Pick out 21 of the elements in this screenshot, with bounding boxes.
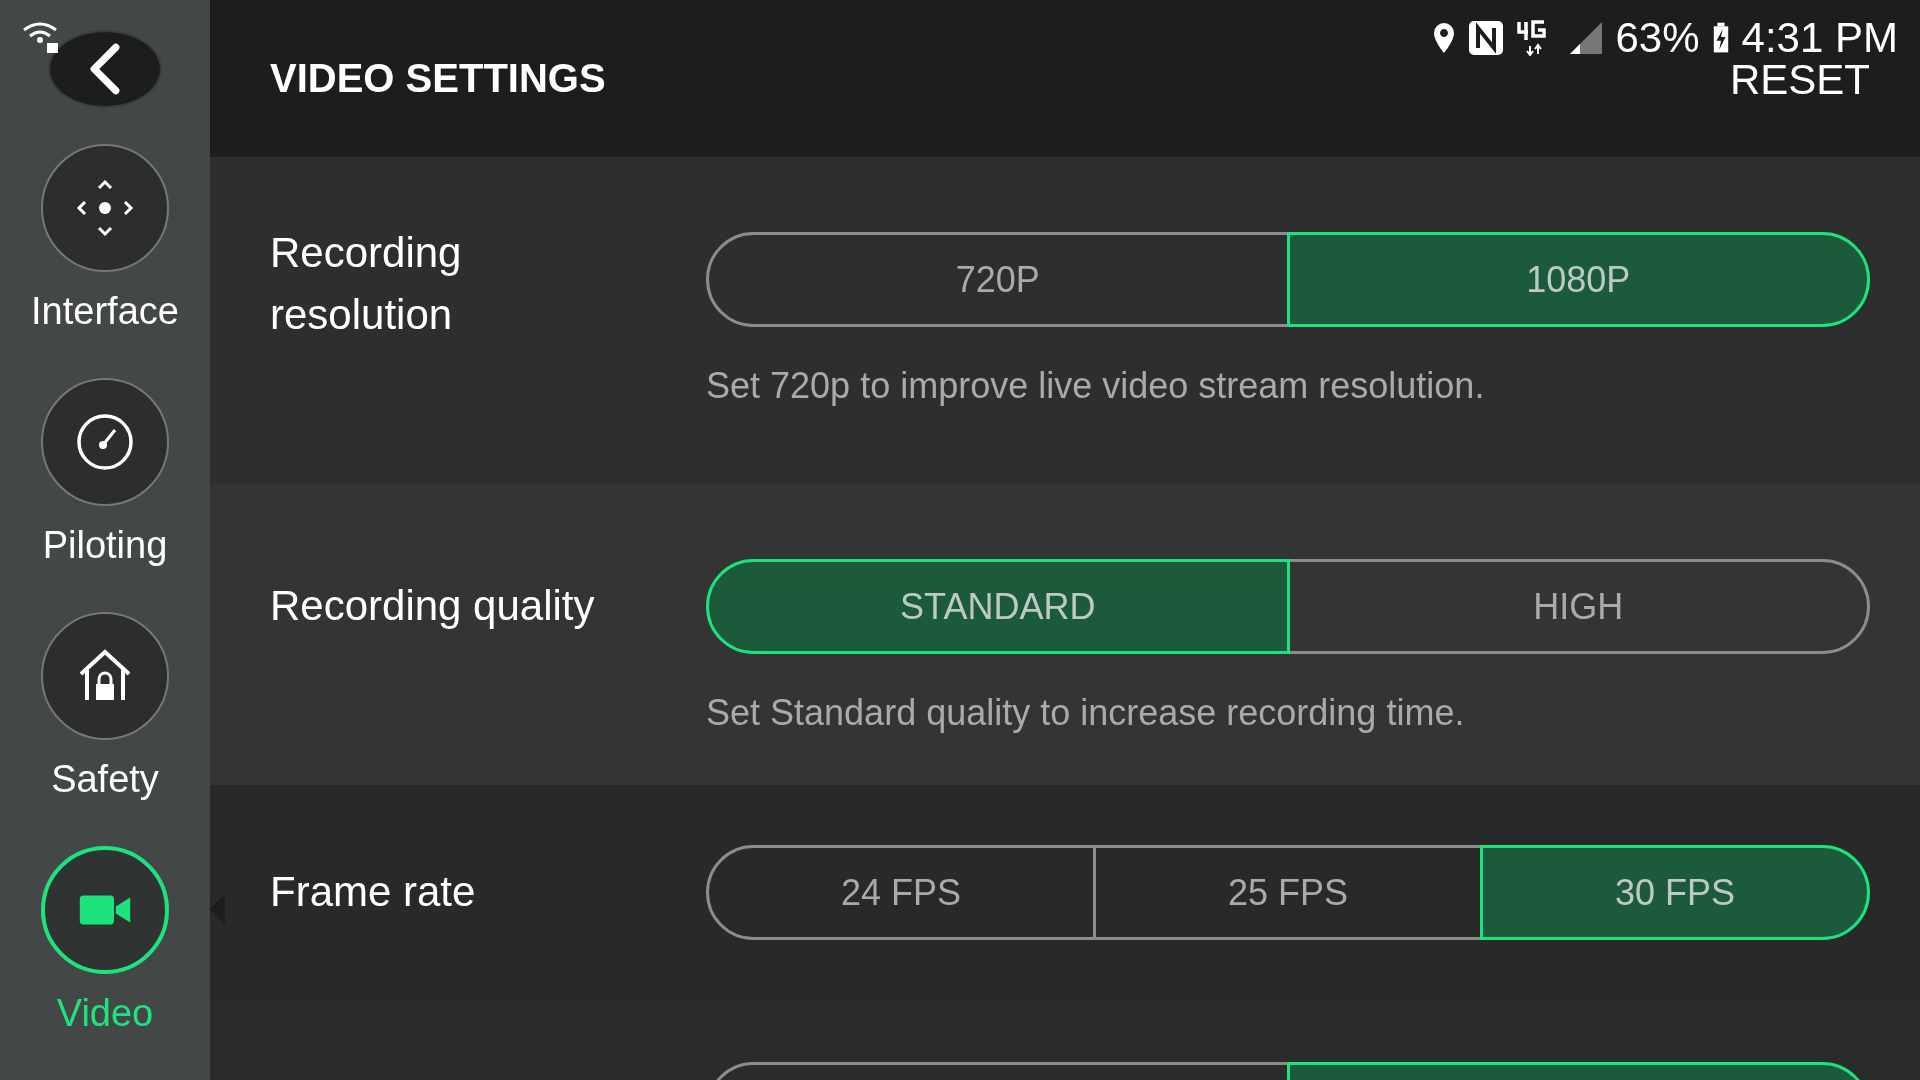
segment-option[interactable]: 24 FPS <box>706 845 1096 940</box>
segment-option[interactable]: 1080P <box>1286 232 1870 327</box>
move-icon <box>75 178 135 238</box>
nav-label: Piloting <box>42 523 168 568</box>
gauge-icon <box>75 412 135 472</box>
setting-hint: Set Standard quality to increase recording time. <box>706 692 1466 734</box>
setting-label: Recording quality <box>270 581 596 631</box>
location-pin-icon <box>1431 21 1456 55</box>
chevron-left-icon <box>87 42 123 96</box>
segment-option[interactable]: 30 FPS <box>1480 845 1870 940</box>
segment-option[interactable]: STANDARD <box>706 559 1290 654</box>
nav-label: Safety <box>51 757 159 802</box>
page-title: VIDEO SETTINGS <box>270 56 606 101</box>
setting-label: Recording resolution <box>270 228 463 340</box>
setting-label: Frame rate <box>270 867 477 917</box>
battery-percent: 63% <box>1615 14 1700 62</box>
battery-charging-icon <box>1711 21 1730 55</box>
nfc-icon <box>1467 20 1504 56</box>
nav-label: Video <box>56 991 154 1036</box>
nav-label: Interface <box>31 289 179 334</box>
setting-hint: Set 720p to improve live video stream resolution. <box>706 365 1486 407</box>
